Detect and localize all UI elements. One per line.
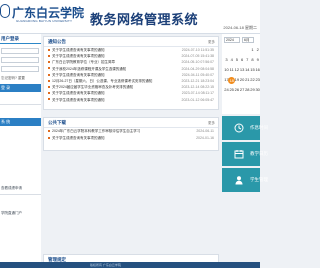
password-field[interactable] (1, 57, 39, 63)
tile-label: 教学日历 (250, 151, 268, 156)
bullet-icon (48, 48, 50, 51)
notice-item-date: 2024-04-11 05:40:07 (181, 72, 214, 77)
section-title: 系 统 (0, 118, 41, 126)
calendar-day[interactable]: 16 (254, 67, 261, 72)
download-item[interactable]: 2024年广东白云学院本科教学工作审核评估学生自主学习 2024-06-11 (44, 128, 218, 135)
tile-label: 学生管理 (250, 177, 268, 182)
login-title: 用户登录 (0, 36, 41, 44)
download-item[interactable]: 关于学生成绩查询有关事项的通知 2024-01-16 (44, 135, 218, 142)
notice-list: 关于学生成绩查询有关事项的通知 2024-07-10 11:51:35 关于学生成绩… (44, 47, 218, 103)
clock-icon (234, 123, 244, 133)
calendar-day[interactable]: 23 (254, 77, 261, 82)
notice-title: 通知公告 (48, 39, 66, 44)
notice-panel: 通知公告 更多 关于学生成绩查询有关事项的通知 2024-07-10 11:51:… (43, 36, 219, 110)
notice-item-date: 2024-04-29 08:04:58 (181, 66, 215, 71)
bullet-icon (48, 79, 50, 82)
header: 广东白云学院 GUANGDONG BAIYUN UNIVERSITY 教务网络管… (0, 0, 260, 34)
logo-subtext: GUANGDONG BAIYUN UNIVERSITY (16, 19, 73, 23)
notice-item-date: 2023-01-12 06:05:47 (181, 97, 215, 102)
month-select[interactable]: 6月 (242, 37, 254, 43)
link-score-application[interactable]: 查看成绩申请 (1, 186, 22, 191)
bullet-icon (48, 136, 50, 139)
calendar-day[interactable]: 30 (254, 87, 261, 92)
download-title: 公共下载 (48, 120, 66, 125)
bullet-icon (48, 61, 50, 64)
username-field[interactable] (1, 48, 39, 54)
system-title: 教务网络管理系统 (90, 12, 199, 27)
calendar-day[interactable]: 2 (254, 47, 261, 52)
logo: 广东白云学院 GUANGDONG BAIYUN UNIVERSITY (0, 4, 84, 30)
divider (0, 194, 41, 195)
bullet-icon (48, 98, 50, 101)
bullet-icon (48, 129, 50, 132)
download-panel: 公共下载 更多 2024年广东白云学院本科教学工作审核评估学生自主学习 2024-… (43, 117, 219, 151)
notice-item-date: 2024-07-10 11:51:35 (181, 48, 214, 52)
bullet-icon (48, 92, 50, 95)
link-college-portal[interactable]: 学院直通门户 (1, 211, 22, 216)
year-select[interactable]: 2024 (224, 37, 240, 43)
calendar-day[interactable]: 9 (254, 57, 261, 62)
current-date: 2024-06-18 星期二 (223, 25, 257, 30)
tile-calendar[interactable]: 教学日历 (222, 142, 268, 166)
notice-more-link[interactable]: 更多 (208, 40, 215, 45)
footer-text: 版权所有 广东白云学院 (90, 263, 121, 267)
left-sidebar: 用户登录 忘记密码? 重置 登 录 系 统 查看成绩申请 学院直通门户 (0, 34, 41, 268)
notice-header: 通知公告 更多 (44, 37, 218, 47)
bullet-icon (48, 67, 50, 70)
page: 广东白云学院 GUANGDONG BAIYUN UNIVERSITY 教务网络管… (0, 0, 268, 268)
divider (0, 104, 41, 105)
tile-student[interactable]: 学生管理 (222, 168, 268, 192)
login-button[interactable]: 登 录 (0, 84, 41, 92)
tile-label: 作息时间 (250, 125, 268, 130)
bullet-icon (48, 73, 50, 76)
calendar-icon (234, 150, 244, 159)
captcha-field[interactable] (1, 66, 39, 72)
bullet-icon (48, 54, 50, 57)
download-header: 公共下载 更多 (44, 118, 218, 128)
forgot-password-link[interactable]: 忘记密码? 重置 (1, 76, 25, 81)
bullet-icon (48, 85, 50, 88)
download-item-date: 2024-06-11 (196, 129, 214, 133)
notice-item-date: 2024-07-05 15:41:38 (181, 54, 215, 59)
download-item-date: 2024-01-16 (196, 136, 214, 140)
notice-item-date: 2023-12-14 08:22:15 (181, 85, 215, 90)
download-item-title[interactable]: 关于学生成绩查询有关事项的通知 (52, 136, 182, 141)
notice-item[interactable]: 关于学生成绩查询有关事项的通知 2023-01-12 06:05:47 (44, 97, 218, 103)
download-item-title[interactable]: 2024年广东白云学院本科教学工作审核评估学生自主学习 (52, 129, 182, 134)
notice-item-date: 2023-12-21 18:23:04 (181, 78, 215, 83)
footer: 版权所有 广东白云学院 (0, 262, 260, 268)
logo-emblem-icon (0, 4, 10, 18)
tile-schedule[interactable]: 作息时间 (222, 116, 268, 140)
notice-item-title[interactable]: 关于学生成绩查询有关事项的通知 (52, 98, 182, 103)
calendar: 2024 6月 1 2 3 4 5 6 7 8 9 10 11 12 13 14 15 16 17 18 19 20 2… (222, 34, 260, 114)
user-icon (235, 176, 243, 185)
notice-item-date: 2023-07-14 08:11:17 (181, 91, 214, 96)
notice-item-date: 2024-05-10 07:56:07 (181, 60, 215, 65)
download-list: 2024年广东白云学院本科教学工作审核评估学生自主学习 2024-06-11 关于学… (44, 128, 218, 142)
download-more-link[interactable]: 更多 (208, 121, 215, 126)
